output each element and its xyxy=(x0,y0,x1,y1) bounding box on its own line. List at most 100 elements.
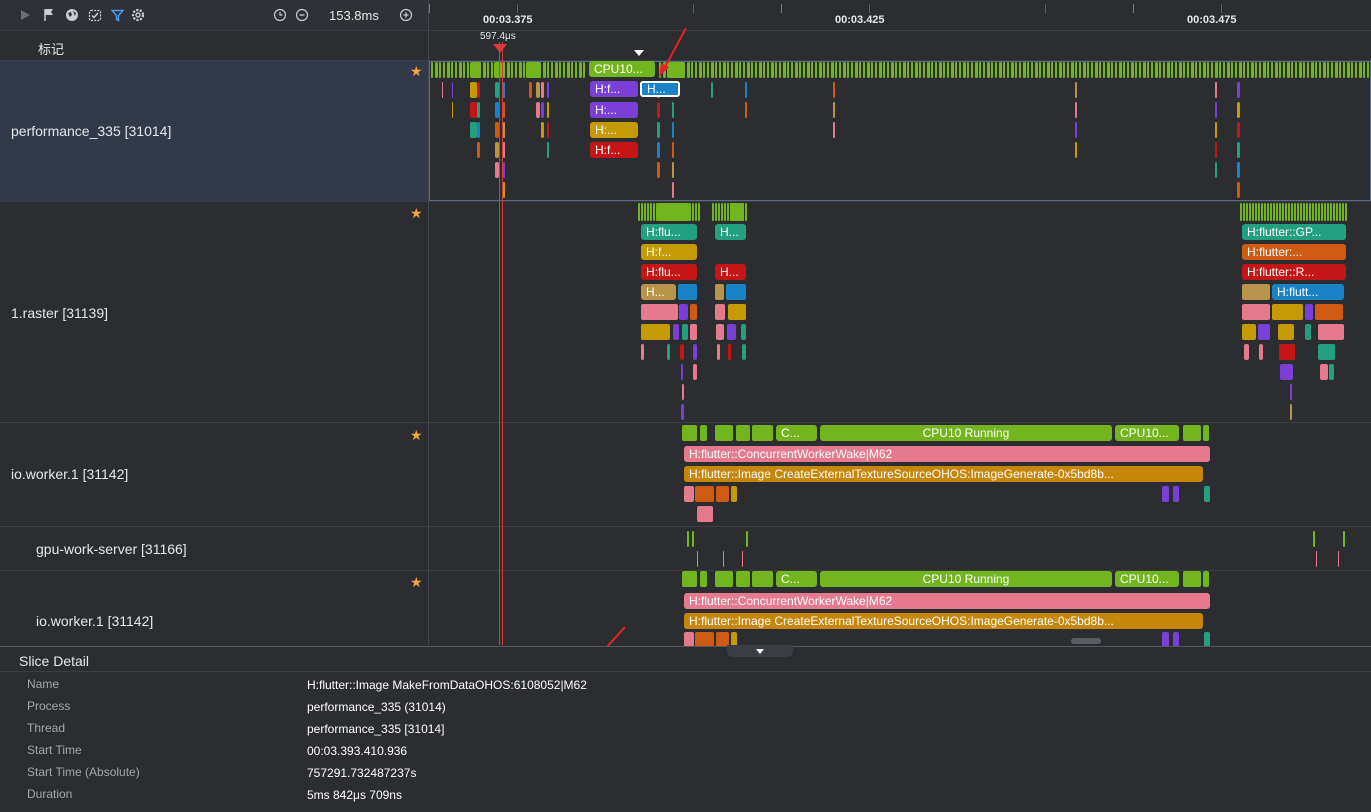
function-slice[interactable]: H:f... xyxy=(590,81,638,97)
cpu-tick xyxy=(1175,62,1177,78)
trace-bar xyxy=(1204,486,1210,502)
cpu-tick xyxy=(1075,62,1077,78)
cpu-tick xyxy=(1355,62,1357,78)
track-performance-canvas[interactable] xyxy=(429,61,1371,201)
cpu-tick xyxy=(875,62,877,78)
cpu-tick xyxy=(787,62,789,78)
function-slice[interactable]: H:flutter::ConcurrentWorkerWake|M62 xyxy=(684,593,1210,609)
cpu-tick xyxy=(1023,62,1026,78)
function-slice[interactable]: H:flutt... xyxy=(1272,284,1344,300)
settings-icon[interactable] xyxy=(130,7,146,23)
trace-bar xyxy=(657,162,660,178)
cpu-slice[interactable]: CPU10... xyxy=(589,61,655,77)
function-slice[interactable]: H:flutter::Image CreateExternalTextureSo… xyxy=(684,466,1203,482)
function-slice[interactable]: H:f... xyxy=(641,244,697,260)
function-slice[interactable]: H:flutter::Image CreateExternalTextureSo… xyxy=(684,613,1203,629)
star-icon[interactable]: ★ xyxy=(410,574,423,591)
panel-divider[interactable] xyxy=(428,0,429,645)
trace-bar xyxy=(1318,324,1344,340)
cpu-tick xyxy=(1283,62,1285,78)
function-slice[interactable]: H:flutter::R... xyxy=(1242,264,1346,280)
detail-value[interactable]: performance_335 [31014] xyxy=(307,722,444,736)
cpu-block xyxy=(736,571,750,587)
cpu-tick xyxy=(879,62,882,78)
cpu-tick xyxy=(523,62,525,78)
trace-bar xyxy=(1075,82,1077,98)
cpu-running-slice[interactable]: CPU10 Running xyxy=(820,571,1112,587)
cpu-tick xyxy=(1327,62,1329,78)
star-icon[interactable]: ★ xyxy=(410,205,423,222)
marker-row-label: 标记 xyxy=(38,42,65,57)
cpu-tick xyxy=(583,62,585,78)
trace-bar xyxy=(679,304,688,320)
zoom-out-icon[interactable] xyxy=(294,7,310,23)
trace-bar xyxy=(503,182,505,198)
cpu-slice[interactable]: C... xyxy=(776,425,817,441)
star-icon[interactable]: ★ xyxy=(410,63,423,80)
cpu-slice[interactable]: C... xyxy=(776,571,817,587)
trace-bar xyxy=(503,162,505,178)
trace-bar xyxy=(1338,551,1339,567)
detail-value[interactable]: H:flutter::Image MakeFromDataOHOS:610805… xyxy=(307,678,587,692)
selected-slice[interactable]: H... xyxy=(640,81,680,97)
detail-value[interactable]: 00:03.393.410.936 xyxy=(307,744,407,758)
detail-value[interactable]: 757291.732487237s xyxy=(307,766,416,780)
cpu-tick xyxy=(451,62,453,78)
globe-icon[interactable] xyxy=(64,7,80,23)
timescale-ruler[interactable]: 00:03.375 00:03.425 00:03.475 xyxy=(429,0,1371,31)
cpu-tick xyxy=(571,62,573,78)
cpu-tick xyxy=(1309,203,1311,221)
function-slice[interactable]: H:flu... xyxy=(641,264,697,280)
cpu-tick xyxy=(1227,62,1230,78)
cpu-tick xyxy=(811,62,813,78)
function-slice[interactable]: H:flutter::GP... xyxy=(1242,224,1346,240)
cpu-tick xyxy=(775,62,777,78)
detail-value[interactable]: 5ms 842μs 709ns xyxy=(307,788,402,802)
cpu-tick xyxy=(1231,62,1233,78)
function-slice[interactable]: H... xyxy=(715,224,746,240)
flag-marker-icon[interactable] xyxy=(493,44,507,53)
flag-icon[interactable] xyxy=(41,7,57,23)
calendar-check-icon[interactable] xyxy=(87,7,103,23)
trace-bar xyxy=(1215,142,1217,158)
reset-zoom-icon[interactable] xyxy=(272,7,288,23)
cpu-tick xyxy=(739,62,741,78)
cpu-tick xyxy=(995,62,997,78)
cpu-slice[interactable]: CPU10... xyxy=(1115,425,1179,441)
function-slice[interactable]: H... xyxy=(641,284,676,300)
cpu-tick xyxy=(1255,203,1257,221)
cpu-tick xyxy=(715,62,717,78)
trace-bar xyxy=(716,486,729,502)
trace-bar xyxy=(547,102,549,118)
cpu-tick xyxy=(815,62,817,78)
track-gpu-work-server[interactable]: gpu-work-server [31166] xyxy=(0,530,1371,571)
cpu-tick xyxy=(1003,62,1005,78)
cpu-tick xyxy=(827,62,829,78)
function-slice[interactable]: H:... xyxy=(590,122,638,138)
filter-icon[interactable] xyxy=(109,7,125,23)
cpu-tick xyxy=(503,62,505,78)
cpu-tick xyxy=(1223,62,1225,78)
function-slice[interactable]: H... xyxy=(715,264,746,280)
detail-value[interactable]: performance_335 (31014) xyxy=(307,700,446,714)
horizontal-scrollbar[interactable] xyxy=(1071,638,1101,644)
cpu-running-slice[interactable]: CPU10 Running xyxy=(820,425,1112,441)
trace-bar xyxy=(1215,162,1217,178)
star-icon[interactable]: ★ xyxy=(410,427,423,444)
function-slice[interactable]: H:f... xyxy=(590,142,638,158)
function-slice[interactable]: H:flutter:... xyxy=(1242,244,1346,260)
cpu-tick xyxy=(439,62,441,78)
cpu-tick xyxy=(1195,62,1197,78)
cpu-slice[interactable]: CPU10... xyxy=(1115,571,1179,587)
cpu-tick xyxy=(1091,62,1093,78)
cpu-tick xyxy=(1331,62,1333,78)
function-slice[interactable]: H:... xyxy=(590,102,638,118)
function-slice[interactable]: H:flu... xyxy=(641,224,697,240)
trace-bar xyxy=(693,344,697,360)
cpu-tick xyxy=(847,62,849,78)
play-icon[interactable] xyxy=(17,7,33,23)
cpu-tick xyxy=(907,62,909,78)
zoom-in-icon[interactable] xyxy=(398,7,414,23)
function-slice[interactable]: H:flutter::ConcurrentWorkerWake|M62 xyxy=(684,446,1210,462)
cpu-tick xyxy=(1303,62,1305,78)
